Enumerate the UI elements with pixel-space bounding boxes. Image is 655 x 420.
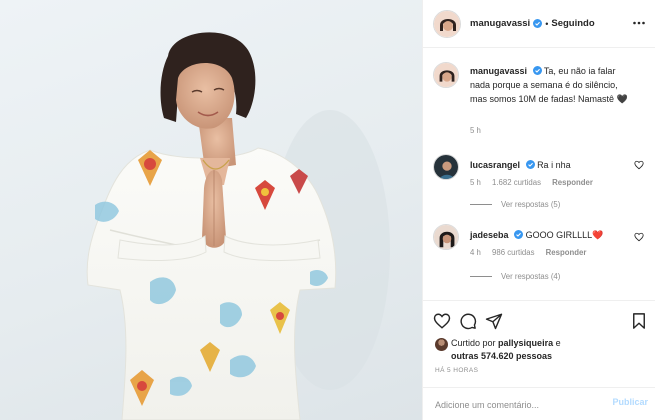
comment-text-block: lucasrangel Ra i nha: [470, 158, 635, 172]
author-username[interactable]: manugavassi: [470, 18, 530, 29]
view-replies-label: Ver respostas (5): [501, 200, 561, 209]
comment-author[interactable]: lucasrangel: [470, 160, 520, 170]
comments-list[interactable]: manugavassi Ta, eu não ia falar nada por…: [423, 48, 655, 300]
reply-button[interactable]: Responder: [546, 248, 587, 257]
likes-text: Curtido por pallysiqueira e outras 574.6…: [451, 337, 635, 362]
post-side-panel: manugavassi • Seguindo manugavassi Ta, e…: [422, 0, 655, 420]
add-comment-bar: Publicar: [423, 387, 655, 420]
comment-text: Ra i nha: [537, 160, 571, 170]
view-replies-label: Ver respostas (4): [501, 272, 561, 281]
likes-prefix: Curtido por: [451, 338, 496, 348]
comment-text: GOOO GIRLLLL: [525, 230, 593, 240]
comment-text-block: jadeseba GOOO GIRLLLL❤️: [470, 228, 635, 242]
caption-author[interactable]: manugavassi: [470, 66, 527, 76]
liker-username[interactable]: pallysiqueira: [498, 338, 553, 348]
action-icons: [433, 312, 648, 332]
photo-illustration: [86, 32, 390, 420]
likes-connector: e: [555, 338, 561, 348]
post-header: manugavassi • Seguindo: [423, 0, 655, 48]
likes-summary[interactable]: Curtido por pallysiqueira e outras 574.6…: [435, 337, 635, 362]
comment-likes[interactable]: 1.682 curtidas: [492, 178, 541, 187]
likes-count[interactable]: outras 574.620 pessoas: [451, 351, 552, 361]
replies-divider: [470, 204, 492, 205]
replies-divider: [470, 276, 492, 277]
liker-avatar: [435, 338, 448, 351]
view-replies-button[interactable]: Ver respostas (4): [470, 272, 560, 281]
share-icon[interactable]: [485, 312, 503, 330]
comment-input[interactable]: [435, 397, 585, 413]
comment-avatar[interactable]: [433, 154, 459, 180]
comment-author[interactable]: jadeseba: [470, 230, 509, 240]
comment-icon[interactable]: [459, 312, 477, 330]
comment-like-heart-icon[interactable]: [634, 232, 644, 242]
comment-age: 4 h: [470, 248, 481, 257]
caption-avatar[interactable]: [433, 62, 459, 88]
verified-badge-icon: [533, 19, 543, 28]
more-options-icon[interactable]: [632, 16, 646, 30]
post-actions: Curtido por pallysiqueira e outras 574.6…: [423, 300, 655, 420]
author-avatar[interactable]: [433, 9, 461, 38]
header-separator: •: [545, 18, 549, 29]
comment-meta: 4 h 986 curtidas Responder: [470, 248, 595, 257]
comment-avatar[interactable]: [433, 224, 459, 250]
comment-meta: 5 h 1.682 curtidas Responder: [470, 178, 602, 187]
comment-emoji: ❤️: [592, 230, 604, 240]
view-replies-button[interactable]: Ver respostas (5): [470, 200, 560, 209]
reply-button[interactable]: Responder: [552, 178, 593, 187]
comment-age: 5 h: [470, 178, 481, 187]
post-photo[interactable]: [0, 0, 422, 420]
caption-text-block: manugavassi Ta, eu não ia falar nada por…: [470, 64, 635, 106]
heart-icon[interactable]: [433, 312, 451, 330]
following-button[interactable]: Seguindo: [551, 18, 594, 29]
comment-likes[interactable]: 986 curtidas: [492, 248, 534, 257]
publish-button[interactable]: Publicar: [612, 397, 648, 407]
caption-emoji: 🖤: [616, 94, 628, 104]
verified-badge-icon: [525, 160, 535, 169]
caption-meta: 5 h: [470, 126, 490, 135]
post-timestamp[interactable]: HÁ 5 HORAS: [435, 367, 478, 374]
bookmark-icon[interactable]: [630, 312, 648, 330]
verified-badge-icon: [514, 230, 524, 239]
verified-badge-icon: [532, 66, 542, 75]
comment-like-heart-icon[interactable]: [634, 160, 644, 170]
caption-age: 5 h: [470, 126, 481, 135]
instagram-post: manugavassi • Seguindo manugavassi Ta, e…: [0, 0, 655, 420]
